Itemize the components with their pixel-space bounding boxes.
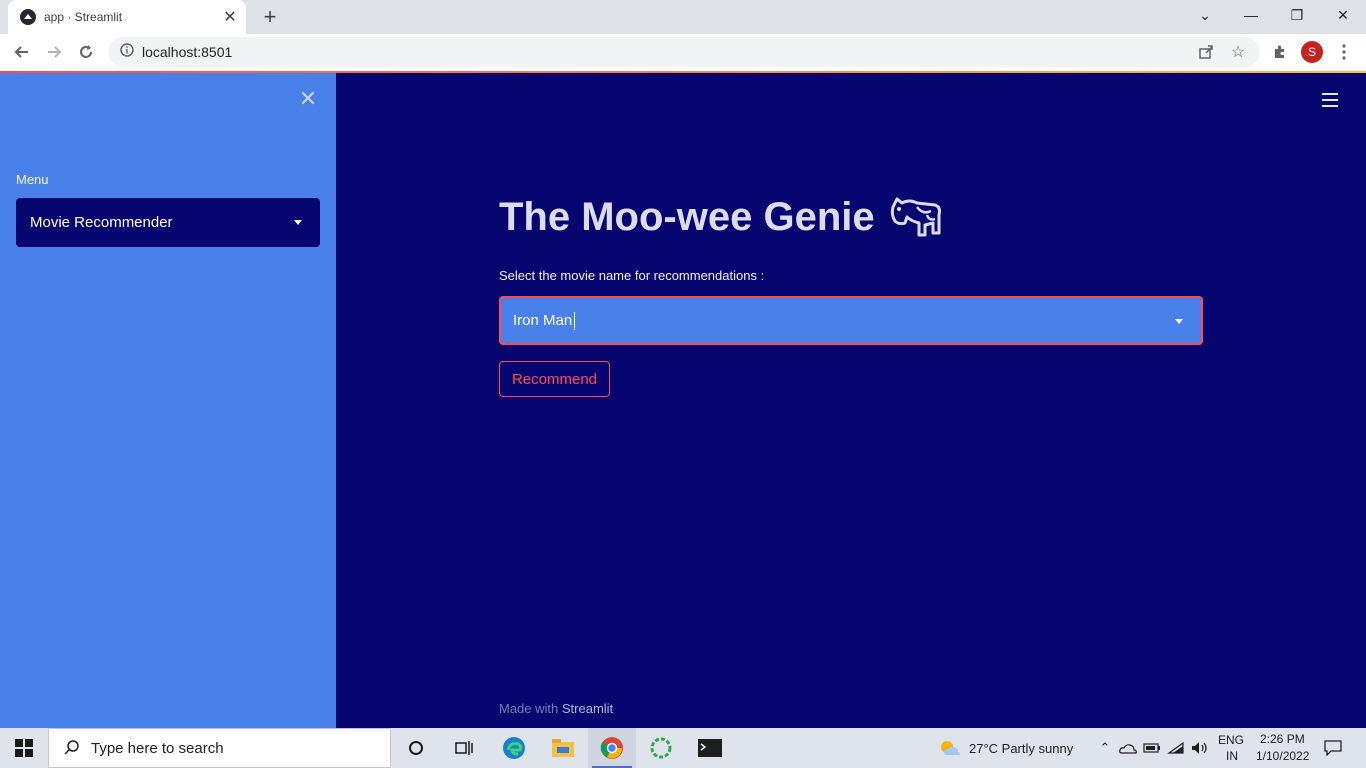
url-text: localhost:8501 — [142, 44, 233, 60]
reload-icon[interactable] — [72, 38, 100, 66]
minimize-icon[interactable]: — — [1228, 0, 1274, 30]
sidebar: ✕ Menu Movie Recommender — [0, 73, 336, 728]
weather-text[interactable]: 27°C Partly sunny — [969, 741, 1073, 756]
page-select-value: Movie Recommender — [30, 214, 173, 231]
cortana-icon[interactable] — [392, 728, 440, 768]
recommend-button[interactable]: Recommend — [499, 361, 610, 397]
restore-icon[interactable]: ❐ — [1274, 0, 1320, 30]
wifi-icon[interactable] — [1166, 738, 1186, 758]
profile-avatar[interactable]: S — [1298, 38, 1326, 66]
notification-icon[interactable] — [1322, 738, 1344, 758]
taskbar-search-input[interactable]: Type here to search — [48, 728, 391, 768]
region-indicator[interactable]: IN — [1226, 749, 1238, 763]
terminal-icon[interactable] — [686, 728, 734, 768]
tab-close-icon[interactable]: ✕ — [220, 7, 240, 27]
tab-search-icon[interactable]: ⌄ — [1182, 0, 1228, 30]
browser-menu-icon[interactable] — [1330, 38, 1358, 66]
movie-select-value: Iron Man — [513, 312, 573, 329]
chrome-icon[interactable] — [588, 728, 636, 768]
browser-toolbar: localhost:8501 ☆ S — [0, 34, 1366, 71]
browser-tab-strip: app · Streamlit ✕ + ⌄ — ❐ ✕ — [0, 0, 1366, 34]
footer-prefix: Made with — [499, 701, 559, 716]
chevron-down-icon — [294, 220, 302, 225]
search-placeholder: Type here to search — [91, 739, 224, 757]
extensions-icon[interactable] — [1266, 38, 1294, 66]
hamburger-menu-icon[interactable] — [1322, 93, 1338, 107]
cow-icon — [890, 197, 941, 237]
page-select[interactable]: Movie Recommender — [16, 198, 320, 247]
windows-start-icon[interactable] — [0, 728, 48, 768]
close-sidebar-icon[interactable]: ✕ — [296, 86, 320, 111]
weather-icon[interactable] — [938, 738, 962, 758]
bookmark-star-icon[interactable]: ☆ — [1224, 37, 1252, 67]
forward-icon[interactable] — [40, 38, 68, 66]
site-info-icon[interactable] — [120, 42, 134, 62]
battery-icon[interactable] — [1142, 738, 1162, 758]
chevron-up-icon[interactable]: ⌃ — [1095, 738, 1115, 758]
file-explorer-icon[interactable] — [539, 728, 587, 768]
tab-title: app · Streamlit — [44, 10, 123, 24]
browser-tab[interactable]: app · Streamlit ✕ — [8, 0, 246, 34]
page-title: The Moo-wee Genie — [499, 193, 943, 241]
task-view-icon[interactable] — [440, 728, 488, 768]
app-loading-icon[interactable] — [637, 728, 685, 768]
main-content: The Moo-wee Genie Select the movie name … — [336, 73, 1366, 728]
clock-time[interactable]: 2:26 PM — [1260, 732, 1305, 746]
movie-select[interactable]: Iron Man — [499, 296, 1203, 345]
onedrive-icon[interactable] — [1118, 738, 1138, 758]
back-icon[interactable] — [8, 38, 36, 66]
address-bar[interactable]: localhost:8501 ☆ — [108, 37, 1260, 67]
new-tab-icon[interactable]: + — [258, 4, 282, 29]
search-icon — [64, 740, 79, 755]
profile-initial: S — [1301, 41, 1323, 63]
windows-taskbar: Type here to search 27°C Partly sunny ⌃ … — [0, 728, 1366, 768]
edge-icon[interactable] — [490, 728, 538, 768]
text-cursor — [574, 311, 576, 330]
clock-date[interactable]: 1/10/2022 — [1256, 749, 1309, 763]
chevron-down-icon — [1175, 319, 1183, 324]
volume-icon[interactable] — [1190, 738, 1210, 758]
menu-label: Menu — [16, 172, 49, 187]
movie-select-label: Select the movie name for recommendation… — [499, 268, 765, 283]
share-icon[interactable] — [1192, 37, 1220, 67]
close-window-icon[interactable]: ✕ — [1320, 0, 1366, 30]
language-indicator[interactable]: ENG — [1218, 733, 1244, 747]
streamlit-favicon-icon — [20, 9, 36, 25]
page-title-text: The Moo-wee Genie — [499, 194, 875, 239]
footer: Made with Streamlit — [499, 701, 613, 716]
streamlit-link[interactable]: Streamlit — [562, 701, 613, 716]
